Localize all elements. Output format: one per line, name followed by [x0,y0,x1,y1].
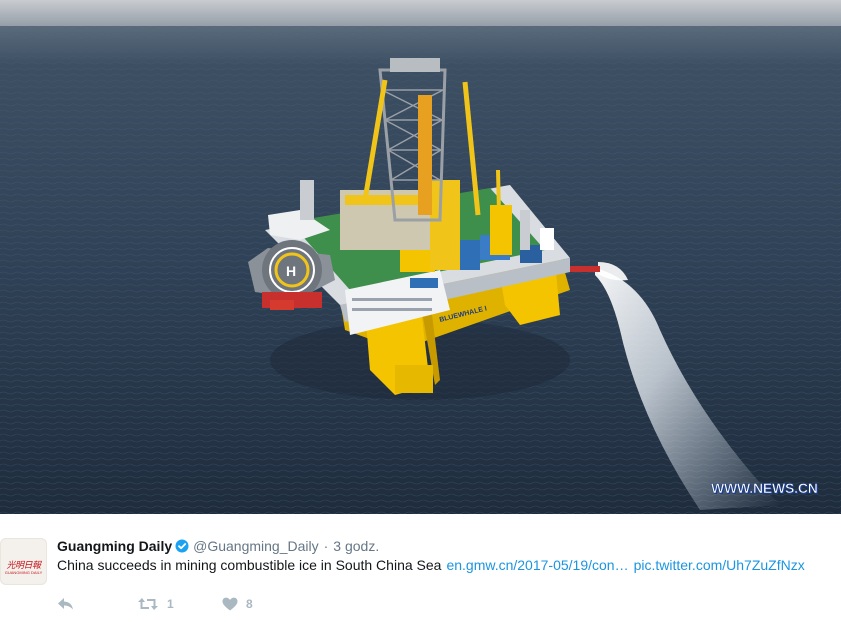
reply-button[interactable] [57,597,137,611]
like-count: 8 [246,597,253,611]
author-handle[interactable]: @Guangming_Daily [193,538,319,554]
like-button[interactable]: 8 [222,597,253,611]
avatar-logo-subtext: GUANGMING DAILY [4,570,43,575]
drilling-rig-image: H BLUEWHALE I [0,0,841,514]
header-separator: · [323,538,329,554]
pic-link[interactable]: pic.twitter.com/Uh7ZuZfNzx [634,557,805,573]
tweet-actions: 1 8 [57,594,253,614]
svg-text:H: H [286,263,296,279]
tweet-text: China succeeds in mining combustible ice… [57,557,442,573]
news-watermark: WWW.NEWS.CN [711,480,818,497]
tweet-media-photo[interactable]: H BLUEWHALE I WWW.NEWS.CN [0,0,841,514]
heart-icon [222,597,238,611]
reply-icon [57,597,75,611]
retweet-count: 1 [167,597,174,611]
tweet-timestamp[interactable]: 3 godz. [333,538,379,554]
author-name[interactable]: Guangming Daily [57,538,172,554]
retweet-button[interactable]: 1 [137,597,222,611]
retweet-icon [137,597,159,611]
tweet-header: Guangming Daily @Guangming_Daily · 3 god… [57,537,379,555]
avatar[interactable]: 光明日報 GUANGMING DAILY [0,538,47,585]
article-link[interactable]: en.gmw.cn/2017-05/19/con… [446,557,628,573]
verified-badge-icon [175,539,189,553]
tweet-body: China succeeds in mining combustible ice… [57,556,805,574]
